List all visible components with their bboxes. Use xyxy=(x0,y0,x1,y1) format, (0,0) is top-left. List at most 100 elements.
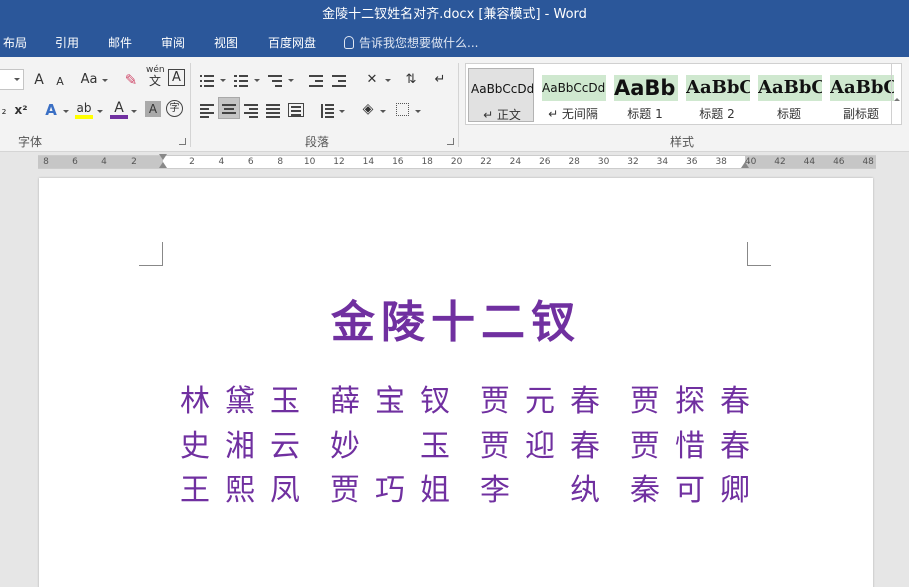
line-spacing-icon[interactable] xyxy=(320,104,334,118)
window-title: 金陵十二钗姓名对齐.docx [兼容模式] - Word xyxy=(322,7,587,22)
numbering-icon[interactable] xyxy=(234,74,248,87)
tab-review[interactable]: 审阅 xyxy=(161,30,185,57)
chevron-down-icon xyxy=(339,110,345,113)
change-case-button[interactable]: Aa xyxy=(78,69,100,91)
shading-icon[interactable]: ◈ xyxy=(359,98,377,120)
text-effect-button[interactable]: A xyxy=(42,99,60,121)
ruler-tick-label: 26 xyxy=(539,157,551,167)
ruler-tick-label: 20 xyxy=(450,157,463,167)
right-indent-marker[interactable] xyxy=(741,162,749,168)
align-center-icon xyxy=(222,104,236,116)
ruler-tick-label: 30 xyxy=(597,157,610,167)
style-name: ↵ 正文 xyxy=(483,108,521,122)
increase-indent-icon[interactable] xyxy=(332,74,346,87)
borders-icon[interactable] xyxy=(396,103,409,116)
tab-layout[interactable]: 布局 xyxy=(3,30,27,57)
chevron-up-icon xyxy=(894,98,900,101)
word-window: 金陵十二钗姓名对齐.docx [兼容模式] - Word 布局 引用 邮件 审阅… xyxy=(0,0,909,587)
tab-view[interactable]: 视图 xyxy=(214,30,238,57)
name-cell: 贾迎春 xyxy=(480,429,600,464)
paragraph-group-label: 段落 xyxy=(305,135,330,149)
ruler-tick-label: 16 xyxy=(392,157,404,167)
name-row: 史湘云 妙玉 贾迎春 贾惜春 xyxy=(180,421,780,464)
style-heading-1[interactable]: AaBb 标题 1 xyxy=(612,68,678,122)
tell-me-search[interactable]: 告诉我您想要做什么... xyxy=(344,30,478,57)
styles-group-label: 样式 xyxy=(670,135,695,149)
style-sample: AaBbC xyxy=(686,75,750,101)
clear-formatting-icon[interactable]: ✎ xyxy=(122,69,140,91)
gallery-scroll[interactable] xyxy=(891,64,901,124)
style-name: 标题 1 xyxy=(627,107,663,121)
style-normal[interactable]: AaBbCcDd ↵ 正文 xyxy=(468,68,534,122)
tab-references[interactable]: 引用 xyxy=(55,30,79,57)
align-right-icon[interactable] xyxy=(244,104,258,118)
ruler-tick-label: 2 xyxy=(189,157,195,167)
decrease-indent-icon[interactable] xyxy=(309,74,323,87)
ruler-tick-label: 42 xyxy=(774,157,786,167)
page[interactable]: 金陵十二钗 林黛玉 薛宝钗 贾元春 贾探春 史湘云 妙玉 贾迎春 贾惜春 王熙凤… xyxy=(39,178,873,587)
bullets-icon[interactable] xyxy=(200,74,214,87)
style-name: 标题 xyxy=(776,107,801,121)
enclose-char-button[interactable]: 字 xyxy=(166,100,183,117)
ribbon-tabs: 布局 引用 邮件 审阅 视图 百度网盘 告诉我您想要做什么... xyxy=(0,30,909,57)
char-shading-button[interactable]: A xyxy=(145,101,161,117)
align-left-icon[interactable] xyxy=(200,104,214,118)
font-group-label: 字体 xyxy=(18,135,43,149)
name-cell: 贾探春 xyxy=(630,384,750,419)
paragraph-dialog-launcher-icon[interactable] xyxy=(447,138,454,145)
ruler-tick-label: 32 xyxy=(627,157,639,167)
ruler-tick-label: 4 xyxy=(101,157,107,167)
ruler-tick-label: 36 xyxy=(686,157,698,167)
subscript-button[interactable]: ₂ xyxy=(0,99,8,121)
show-marks-icon[interactable]: ↵ xyxy=(432,69,448,91)
char-border-button[interactable]: A xyxy=(168,69,185,86)
chevron-down-icon xyxy=(385,79,391,82)
group-divider xyxy=(190,63,191,147)
font-dialog-launcher-icon[interactable] xyxy=(179,138,186,145)
chinese-layout-icon[interactable]: ✕ xyxy=(362,69,382,91)
ruler-tick-label: 6 xyxy=(72,157,78,167)
name-cell: 贾惜春 xyxy=(630,429,750,464)
style-heading-2[interactable]: AaBbC 标题 2 xyxy=(684,68,750,122)
ruler-tick-label: 28 xyxy=(568,157,580,167)
document-area: 金陵十二钗 林黛玉 薛宝钗 贾元春 贾探春 史湘云 妙玉 贾迎春 贾惜春 王熙凤… xyxy=(0,170,909,587)
horizontal-ruler[interactable]: 8 6 4 2 2 4 6 8 10 12 14 16 18 20 22 24 26 28 30 32 34 36… xyxy=(38,154,876,169)
tab-baidu-netdisk[interactable]: 百度网盘 xyxy=(268,30,316,57)
ruler-tick-label: 48 xyxy=(862,157,874,167)
chevron-down-icon xyxy=(63,110,69,113)
style-no-spacing[interactable]: AaBbCcDd ↵ 无间隔 xyxy=(540,68,606,122)
multilevel-list-icon[interactable] xyxy=(268,74,282,87)
font-size-box[interactable] xyxy=(0,69,24,90)
ruler-tick-label: 12 xyxy=(333,157,345,167)
chevron-down-icon xyxy=(97,110,103,113)
name-cell: 薛宝钗 xyxy=(330,384,450,419)
first-line-indent-marker[interactable] xyxy=(159,154,167,160)
name-cell: 林黛玉 xyxy=(180,384,300,419)
font-color-button[interactable]: A xyxy=(110,97,128,119)
highlight-color-button[interactable]: ab xyxy=(75,97,93,119)
ruler-tick-label: 2 xyxy=(131,157,137,167)
style-title[interactable]: AaBbC 标题 xyxy=(756,68,822,122)
hanging-indent-marker[interactable] xyxy=(159,162,167,168)
justify-icon[interactable] xyxy=(266,104,280,118)
ruler-tick-label: 8 xyxy=(43,157,49,167)
style-sample: AaBbCcDd xyxy=(471,82,534,96)
style-subtitle[interactable]: AaBbC 副标题 xyxy=(828,68,894,122)
tab-mailings[interactable]: 邮件 xyxy=(108,30,132,57)
distributed-icon[interactable] xyxy=(288,103,304,117)
align-center-button[interactable] xyxy=(218,97,240,119)
chevron-down-icon xyxy=(380,110,386,113)
ruler-tick-label: 10 xyxy=(303,157,316,167)
ruler-tick-label: 24 xyxy=(509,157,522,167)
superscript-button[interactable]: x² xyxy=(12,99,30,121)
crop-mark-left xyxy=(139,242,163,266)
grow-font-button[interactable]: A xyxy=(30,69,48,91)
sort-icon[interactable]: ⇅ xyxy=(402,69,420,91)
shrink-font-button[interactable]: A xyxy=(52,71,68,93)
phonetic-guide-button[interactable]: wén 文 xyxy=(146,65,165,88)
ruler-tick-label: 18 xyxy=(421,157,433,167)
ruler-tick-label: 22 xyxy=(480,157,492,167)
phonetic-char: 文 xyxy=(148,74,161,88)
group-divider xyxy=(458,63,459,147)
style-sample: AaBbC xyxy=(830,75,894,101)
